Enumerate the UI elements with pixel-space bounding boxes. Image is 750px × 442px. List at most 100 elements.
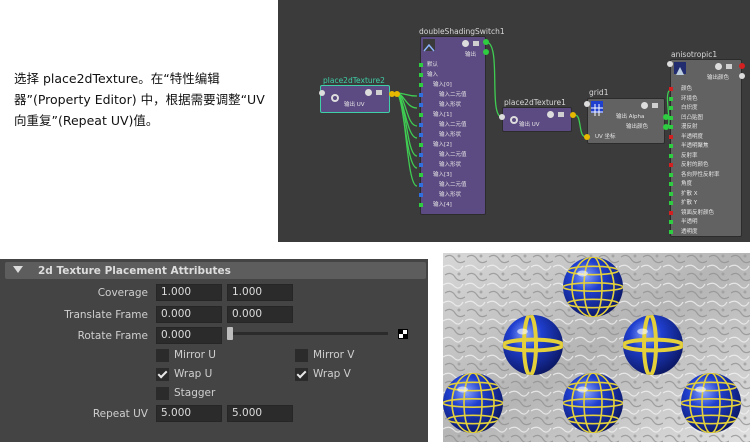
switch-in-port[interactable] [419, 133, 423, 137]
node-mode-icon[interactable] [641, 102, 648, 109]
node-mode-icon[interactable] [715, 63, 722, 70]
node-mode-icon[interactable] [462, 40, 469, 47]
switch-row: 输入形状 [439, 132, 462, 138]
node-grid1[interactable]: 输出 Alpha 输出颜色 UV 坐标 [587, 98, 665, 144]
aniso-out-port[interactable] [739, 63, 745, 69]
aniso-in-port[interactable] [669, 210, 673, 215]
rotate-frame-slider-track[interactable] [228, 332, 388, 335]
switch-in-port[interactable] [419, 93, 423, 97]
aniso-in-port[interactable] [669, 153, 673, 158]
port-label-out: 输出 [465, 52, 477, 58]
node-menu-icon[interactable] [726, 64, 732, 69]
aniso-in-port[interactable] [669, 96, 673, 101]
aniso-in-port[interactable] [669, 229, 673, 234]
mirror-v-label: Mirror V [313, 349, 355, 361]
node-menu-icon[interactable] [376, 90, 382, 95]
grid-uv-in-port[interactable] [584, 134, 590, 140]
node-place2dtexture2[interactable]: 输出 UV [320, 85, 390, 113]
aniso-row: 角度 [681, 181, 693, 187]
aniso-in-port[interactable] [669, 201, 673, 205]
switch-out-port-2[interactable] [483, 49, 489, 55]
node-anisotropic1[interactable]: 输出颜色 颜色 环境色 白炽度 凹凸贴图 漫反射 半透明度 半透明聚焦 反射率 反射的颜色 各向异… [669, 59, 742, 237]
textured-sphere [623, 315, 683, 375]
node-editor-panel[interactable]: place2dTexture2 输出 UV doubleShadingSwitc… [278, 0, 750, 242]
switch-in-port[interactable] [419, 143, 423, 147]
switch-row: 输入[0] [433, 82, 452, 88]
stagger-checkbox[interactable] [156, 387, 169, 400]
attribute-editor-panel: 2d Texture Placement Attributes Coverage… [0, 259, 428, 442]
place2d1-in-port[interactable] [499, 114, 505, 120]
switch-in-port[interactable] [419, 103, 423, 107]
switch-in-port[interactable] [419, 203, 423, 207]
node-place2dtexture1[interactable]: 输出 UV [502, 107, 572, 132]
repeat-uv-u-field[interactable]: 5.000 [156, 405, 222, 422]
aniso-in-port[interactable] [669, 106, 673, 110]
node-menu-icon[interactable] [652, 103, 658, 108]
map-texture-icon[interactable] [398, 329, 408, 339]
switch-in-port[interactable] [419, 153, 423, 157]
aniso-row: 白炽度 [681, 105, 698, 111]
mirror-u-checkbox[interactable] [156, 349, 169, 362]
switch-in-port[interactable] [419, 163, 423, 167]
aniso-in-port[interactable] [669, 163, 673, 167]
port-label-out-uv: 输出 UV [344, 102, 365, 108]
switch-row: 输入二元值 [439, 92, 467, 98]
node-mode-icon[interactable] [365, 89, 372, 96]
place2d-swatch-icon [329, 89, 341, 102]
aniso-in-port[interactable] [669, 134, 673, 139]
stagger-label: Stagger [174, 387, 216, 399]
switch-in-port[interactable] [419, 173, 423, 177]
render-preview-image [443, 253, 750, 442]
aniso-swatch-icon [674, 62, 686, 75]
mirror-v-checkbox[interactable] [295, 349, 308, 362]
node-mode-icon[interactable] [547, 111, 554, 118]
aniso-in-port[interactable] [669, 87, 673, 91]
rotate-frame-field[interactable]: 0.000 [156, 327, 222, 344]
aniso-in-port[interactable] [669, 182, 673, 186]
place2d-in-port[interactable] [319, 90, 325, 96]
node-doubleshadingswitch1[interactable]: 输出 默认 输入 输入[0] 输入二元值 输入形状 输入[1] 输入二元值 输入形状 输入[2]… [419, 36, 486, 215]
aniso-in-port[interactable] [669, 220, 673, 224]
wrap-u-label: Wrap U [174, 368, 213, 380]
textured-sphere [443, 373, 503, 433]
aniso-in-port[interactable] [667, 61, 673, 67]
aniso-row: 反射的颜色 [681, 162, 709, 168]
switch-row: 输入二元值 [439, 122, 467, 128]
switch-in-port[interactable] [419, 83, 423, 87]
aniso-row: 凹凸贴图 [681, 114, 704, 121]
wrap-v-checkbox[interactable] [295, 368, 308, 381]
switch-in-port[interactable] [419, 193, 423, 197]
switch-in-port[interactable] [419, 73, 423, 77]
node-menu-icon[interactable] [558, 112, 564, 117]
aniso-in-port[interactable] [669, 144, 673, 148]
switch-in-port[interactable] [419, 63, 423, 67]
coverage-v-field[interactable]: 1.000 [227, 284, 293, 301]
aniso-row: 半透明聚焦 [681, 143, 709, 149]
coverage-u-field[interactable]: 1.000 [156, 284, 222, 301]
switch-in-port[interactable] [419, 123, 423, 127]
aniso-in-port[interactable] [669, 191, 673, 196]
switch-row: 输入[1] [433, 112, 452, 118]
switch-in-port[interactable] [419, 183, 423, 187]
translate-frame-v-field[interactable]: 0.000 [227, 306, 293, 323]
coverage-label: Coverage [97, 287, 148, 299]
place2d1-out-port[interactable] [570, 112, 576, 118]
rotate-frame-slider-handle[interactable] [227, 327, 233, 340]
aniso-in-port[interactable] [669, 115, 673, 120]
switch-row: 输入[3] [433, 172, 452, 178]
switch-in-port[interactable] [419, 113, 423, 117]
wrap-u-checkbox[interactable] [156, 368, 169, 381]
switch-out-port[interactable] [483, 39, 489, 45]
aniso-out-port-2[interactable] [739, 73, 745, 79]
collapse-arrow-icon[interactable] [13, 266, 23, 273]
grid-in-port[interactable] [584, 101, 590, 107]
repeat-uv-v-field[interactable]: 5.000 [227, 405, 293, 422]
translate-frame-u-field[interactable]: 0.000 [156, 306, 222, 323]
place2d-out-port-2[interactable] [394, 91, 400, 97]
node-title-grid1: grid1 [589, 88, 609, 97]
section-header[interactable]: 2d Texture Placement Attributes [5, 262, 426, 279]
aniso-in-port[interactable] [669, 172, 673, 177]
node-menu-icon[interactable] [473, 41, 479, 46]
aniso-in-port[interactable] [669, 125, 673, 129]
switch-row: 输入[2] [433, 142, 452, 148]
